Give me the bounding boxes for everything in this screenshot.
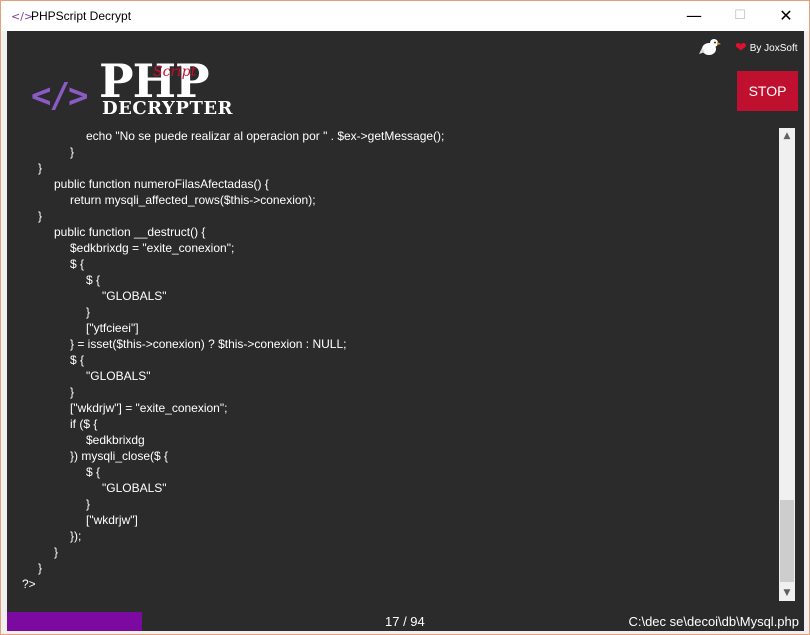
code-line: $ { <box>70 353 85 367</box>
vertical-scrollbar[interactable]: ▲ ▼ <box>779 128 795 601</box>
scroll-down-icon[interactable]: ▼ <box>779 585 795 601</box>
title-bar[interactable]: </> PHPScript Decrypt — ☐ ✕ <box>1 1 809 31</box>
code-line: "GLOBALS" <box>102 289 167 303</box>
bird-icon[interactable] <box>699 36 721 58</box>
minimize-button[interactable]: — <box>671 1 717 31</box>
code-line: $edkbrixdg = "exite_conexion"; <box>70 241 235 255</box>
window-title: PHPScript Decrypt <box>31 9 132 23</box>
code-line: } = isset($this->conexion) ? $this->cone… <box>70 337 347 351</box>
code-line: }); <box>70 529 82 543</box>
code-line: } <box>38 161 43 175</box>
code-line: if ($ { <box>70 417 98 431</box>
maximize-button: ☐ <box>734 8 746 23</box>
code-line: "GLOBALS" <box>86 369 151 383</box>
code-line: ["ytfcieei"] <box>86 321 139 335</box>
code-line: public function __destruct() { <box>54 225 206 239</box>
code-view[interactable]: echo "No se puede realizar al operacion … <box>7 128 777 603</box>
heart-icon: ❤ <box>735 39 747 55</box>
scrollbar-thumb[interactable] <box>780 500 794 582</box>
code-line: } <box>70 385 75 399</box>
code-line: } <box>86 305 91 319</box>
scroll-up-icon[interactable]: ▲ <box>779 128 795 144</box>
code-line: ["wkdrjw"] <box>86 513 138 527</box>
logo-code-icon: </> <box>31 76 88 116</box>
code-line: } <box>70 145 75 159</box>
code-line: $ { <box>70 257 85 271</box>
main-panel: ❤ By JoxSoft </> PHP Script DECRYPTER STO… <box>7 31 804 631</box>
code-line: $ { <box>86 273 101 287</box>
code-line: "GLOBALS" <box>102 481 167 495</box>
logo-script: Script <box>153 64 197 80</box>
close-button[interactable]: ✕ <box>763 1 809 31</box>
code-line: } <box>38 561 43 575</box>
credit-label[interactable]: ❤ By JoxSoft <box>735 39 798 56</box>
code-line: ["wkdrjw"] = "exite_conexion"; <box>70 401 228 415</box>
code-line: return mysqli_affected_rows($this->conex… <box>70 193 316 207</box>
app-code-icon: </> <box>11 10 34 23</box>
code-line: }) mysqli_close($ { <box>70 449 169 463</box>
code-line: public function numeroFilasAfectadas() { <box>54 177 269 191</box>
code-line: } <box>38 209 43 223</box>
decrypt-progress-bar <box>7 612 142 631</box>
code-line: echo "No se puede realizar al operacion … <box>86 129 445 143</box>
code-line: } <box>54 545 59 559</box>
page-counter: 17 / 94 <box>385 614 425 629</box>
code-line: $edkbrixdg <box>86 433 145 447</box>
code-line: ?> <box>22 577 36 591</box>
logo-subtitle: DECRYPTER <box>102 98 234 119</box>
app-window: </> PHPScript Decrypt — ☐ ✕ ❤ By JoxSoft … <box>0 0 810 635</box>
code-line: $ { <box>86 465 101 479</box>
credit-text: By JoxSoft <box>749 43 798 54</box>
stop-button[interactable]: STOP <box>737 71 798 111</box>
code-line: } <box>86 497 91 511</box>
app-logo: </> PHP Script DECRYPTER <box>29 54 233 121</box>
current-file-path: C:\dec se\decoi\db\Mysql.php <box>628 614 799 629</box>
